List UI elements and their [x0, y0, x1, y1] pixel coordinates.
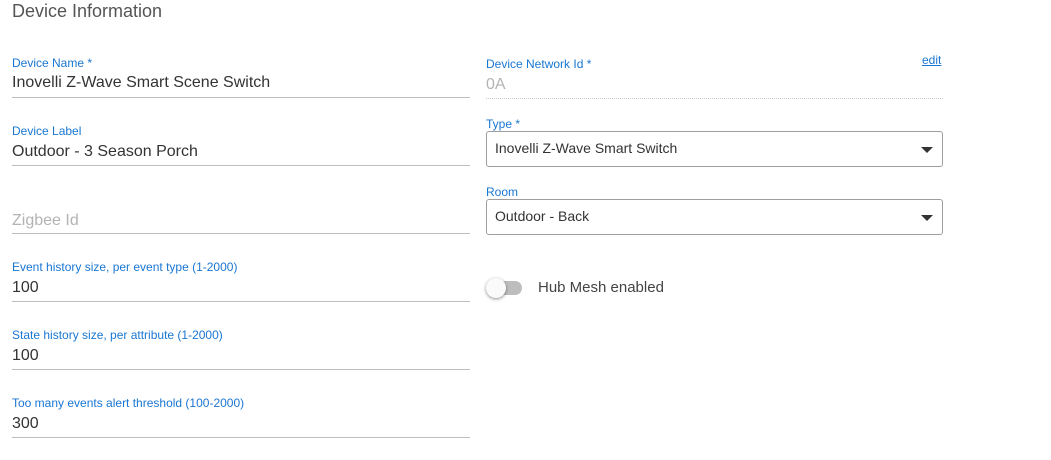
type-select[interactable]: Inovelli Z-Wave Smart Switch — [486, 131, 943, 167]
device-name-input[interactable]: Inovelli Z-Wave Smart Scene Switch — [12, 74, 270, 92]
event-history-label: Event history size, per event type (1-20… — [12, 260, 238, 274]
caret-down-icon — [921, 215, 933, 221]
device-name-underline — [12, 97, 470, 98]
edit-network-id-link[interactable]: edit — [922, 53, 941, 67]
alert-threshold-input[interactable]: 300 — [12, 415, 39, 433]
hub-mesh-label: Hub Mesh enabled — [538, 279, 664, 296]
device-label-input[interactable]: Outdoor - 3 Season Porch — [12, 143, 198, 161]
network-id-label: Device Network Id * — [486, 57, 592, 71]
zigbee-id-field[interactable]: Zigbee Id — [12, 205, 470, 234]
device-label-label: Device Label — [12, 124, 82, 138]
type-selected-value: Inovelli Z-Wave Smart Switch — [495, 140, 678, 156]
network-id-value: 0A — [486, 76, 506, 93]
alert-threshold-label: Too many events alert threshold (100-200… — [12, 396, 245, 410]
zigbee-id-input[interactable]: Zigbee Id — [12, 212, 79, 230]
device-label-underline — [12, 165, 470, 166]
network-id-field: Device Network Id * 0A — [486, 57, 943, 99]
alert-threshold-field[interactable]: Too many events alert threshold (100-200… — [12, 396, 470, 438]
state-history-label: State history size, per attribute (1-200… — [12, 328, 223, 342]
network-id-underline — [486, 98, 943, 99]
room-label: Room — [486, 185, 519, 199]
room-select[interactable]: Outdoor - Back — [486, 199, 943, 235]
alert-threshold-underline — [12, 437, 470, 438]
state-history-underline — [12, 369, 470, 370]
page-title: Device Information — [12, 1, 163, 21]
event-history-input[interactable]: 100 — [12, 279, 39, 297]
event-history-field[interactable]: Event history size, per event type (1-20… — [12, 260, 470, 302]
caret-down-icon — [921, 147, 933, 153]
state-history-field[interactable]: State history size, per attribute (1-200… — [12, 328, 470, 370]
state-history-input[interactable]: 100 — [12, 347, 39, 365]
device-name-label: Device Name * — [12, 56, 93, 70]
hub-mesh-toggle-knob — [486, 278, 506, 298]
zigbee-id-underline — [12, 233, 470, 234]
type-label: Type * — [486, 117, 521, 131]
event-history-underline — [12, 301, 470, 302]
device-name-field[interactable]: Device Name * Inovelli Z-Wave Smart Scen… — [12, 56, 470, 98]
device-label-field[interactable]: Device Label Outdoor - 3 Season Porch — [12, 124, 470, 166]
hub-mesh-toggle[interactable] — [486, 278, 524, 298]
room-selected-value: Outdoor - Back — [495, 208, 590, 224]
